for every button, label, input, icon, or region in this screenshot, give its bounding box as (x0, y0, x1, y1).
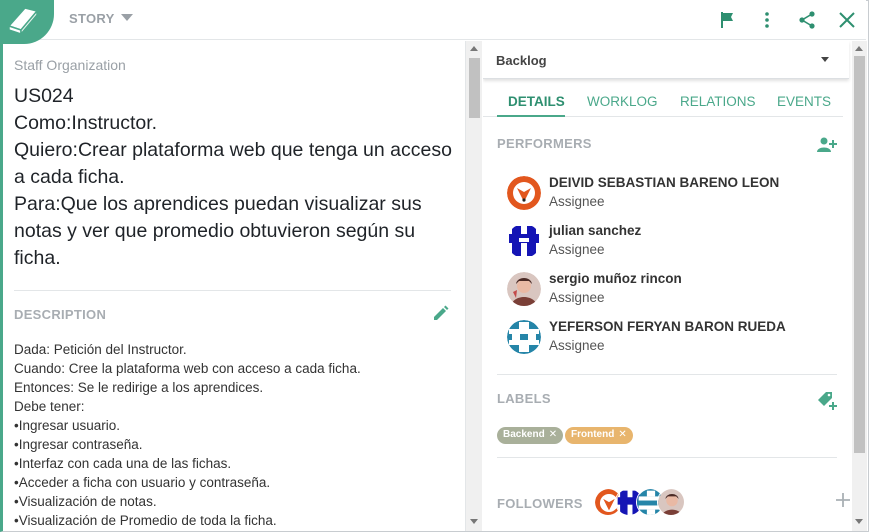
photo-avatar (507, 272, 541, 306)
scroll-down-arrow-icon[interactable] (855, 519, 863, 524)
status-value: Backlog (496, 53, 547, 68)
remove-label-icon[interactable]: ✕ (618, 429, 626, 440)
performers-heading: PERFORMERS (497, 136, 592, 151)
description-body[interactable]: Dada: Petición del Instructor. Cuando: C… (14, 340, 454, 530)
issue-type-label[interactable]: STORY (69, 11, 115, 26)
labels-heading: LABELS (497, 391, 551, 406)
blue-identicon-avatar (507, 224, 541, 258)
description-line: Entonces: Se le redirige a los aprendice… (14, 380, 264, 395)
tab-relations[interactable]: RELATIONS (680, 94, 756, 109)
right-scrollbar-thumb[interactable] (854, 56, 865, 453)
tab-details[interactable]: DETAILS (508, 94, 565, 109)
more-vert-icon[interactable] (757, 10, 777, 30)
remove-label-icon[interactable]: ✕ (549, 429, 557, 440)
close-icon[interactable] (837, 10, 857, 30)
followers-heading: FOLLOWERS (497, 496, 583, 511)
divider (497, 457, 837, 458)
story-title-line: Quiero:Crear plataforma web que tenga un… (14, 139, 452, 188)
performer-role: Assignee (549, 290, 605, 305)
fox-avatar (507, 176, 541, 210)
description-line: •Ingresar contraseña. (14, 437, 143, 452)
label-chip-frontend[interactable]: Frontend ✕ (565, 427, 633, 444)
description-line: Cuando: Cree la plataforma web con acces… (14, 361, 361, 376)
tab-events[interactable]: EVENTS (777, 94, 831, 109)
tab-worklog[interactable]: WORKLOG (587, 94, 658, 109)
follower-avatar[interactable] (657, 488, 685, 516)
flag-icon[interactable] (718, 10, 738, 30)
chevron-down-icon[interactable] (121, 13, 133, 23)
divider (14, 290, 451, 291)
description-line: Dada: Petición del Instructor. (14, 342, 187, 357)
project-name[interactable]: Staff Organization (14, 57, 126, 73)
left-scrollbar-thumb[interactable] (469, 58, 480, 118)
scroll-up-arrow-icon[interactable] (470, 46, 478, 51)
scroll-up-arrow-icon[interactable] (855, 46, 863, 51)
scroll-down-arrow-icon[interactable] (470, 519, 478, 524)
performer-name: DEIVID SEBASTIAN BARENO LEON (549, 175, 780, 190)
teal-identicon-avatar (507, 320, 541, 354)
performer-item[interactable]: DEIVID SEBASTIAN BARENO LEON Assignee (507, 174, 837, 214)
label-chip-backend[interactable]: Backend ✕ (497, 427, 564, 444)
tab-bar: DETAILS WORKLOG RELATIONS EVENTS (483, 89, 843, 117)
share-icon[interactable] (797, 10, 817, 30)
story-title-line: Para:Que los aprendices puedan visualiza… (14, 193, 422, 269)
add-label-icon[interactable] (817, 391, 837, 411)
caret-down-icon (821, 57, 829, 62)
story-title-line: US024 (14, 85, 74, 107)
details-panel: Backlog DETAILS WORKLOG RELATIONS EVENTS… (483, 41, 852, 531)
description-line: •Visualización de notas. (14, 494, 157, 509)
performer-role: Assignee (549, 242, 605, 257)
top-bar: STORY (0, 0, 866, 44)
description-line: Debe tener: (14, 399, 85, 414)
performer-item[interactable]: sergio muñoz rincon Assignee (507, 270, 837, 310)
right-scrollbar[interactable] (852, 41, 867, 531)
story-title-line: Como:Instructor. (14, 112, 158, 134)
description-line: •Acceder a ficha con usuario y contraseñ… (14, 475, 271, 490)
story-title[interactable]: US024 Como:Instructor. Quiero:Crear plat… (14, 83, 454, 272)
performer-role: Assignee (549, 194, 605, 209)
add-follower-icon[interactable] (835, 492, 851, 508)
description-heading: DESCRIPTION (14, 307, 107, 322)
add-user-icon[interactable] (817, 136, 837, 154)
description-line: •Interfaz con cada una de las fichas. (14, 456, 232, 471)
performer-role: Assignee (549, 338, 605, 353)
performer-item[interactable]: julian sanchez Assignee (507, 222, 837, 262)
description-line: •Visualización de Promedio de toda la fi… (14, 513, 277, 528)
label-chip-text: Backend (503, 429, 545, 440)
performer-name: sergio muñoz rincon (549, 271, 682, 286)
left-scrollbar[interactable] (465, 41, 482, 531)
divider (497, 374, 837, 375)
performer-name: julian sanchez (549, 223, 642, 238)
story-type-badge (0, 0, 54, 44)
label-chip-text: Frontend (571, 429, 615, 440)
story-content-panel: Staff Organization US024 Como:Instructor… (0, 41, 465, 531)
description-line: •Ingresar usuario. (14, 418, 121, 433)
active-tab-indicator (497, 115, 565, 117)
pencil-icon[interactable] (430, 304, 450, 324)
status-select[interactable]: Backlog (483, 41, 849, 79)
performer-name: YEFERSON FERYAN BARON RUEDA (549, 319, 786, 334)
performer-item[interactable]: YEFERSON FERYAN BARON RUEDA Assignee (507, 318, 837, 358)
book-icon (7, 7, 39, 36)
